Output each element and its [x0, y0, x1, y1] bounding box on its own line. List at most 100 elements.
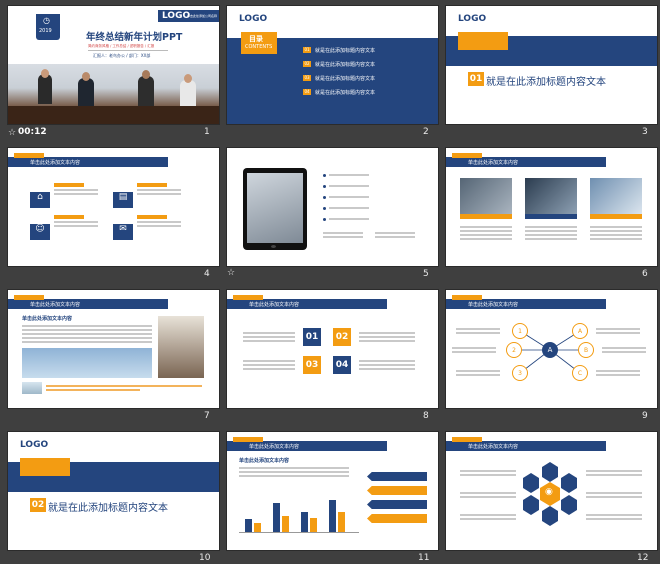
slide-timer: 00:12: [18, 127, 47, 137]
header-tag: [452, 153, 482, 158]
text-lines: [460, 490, 516, 500]
header-text: 单击此处添加文本内容: [249, 302, 300, 308]
slide-title: 年终总结新年计划PPT: [86, 32, 183, 43]
slide-number-5: 5: [423, 269, 429, 279]
slide-number-7: 7: [204, 411, 210, 421]
feature-block: ▤: [113, 184, 133, 208]
slide-number-1: 1: [204, 127, 210, 137]
slide-thumbnail-8[interactable]: 单击此处添加文本内容 01 02 03 04: [227, 290, 438, 408]
slide-thumbnail-11[interactable]: 单击此处添加文本内容 单击此处添加文本内容: [227, 432, 438, 550]
item-label: 就是在此添加标题内容文本: [315, 47, 376, 54]
caption-bar: [525, 214, 577, 219]
item-number: 01: [303, 47, 311, 53]
year-text: 2019: [39, 28, 52, 34]
text-lines: [54, 183, 98, 197]
chart-bar: [301, 512, 308, 532]
feature-block: ⌂: [30, 184, 50, 208]
item-badge: 03: [303, 356, 321, 374]
text-lines: [359, 358, 415, 372]
text-lines: [375, 230, 415, 240]
star-icon: ☆: [227, 268, 236, 278]
caption-bar: [590, 214, 642, 219]
slide-thumbnail-4[interactable]: 单击此处添加文本内容 ⌂ ☺ ▤ ✉: [8, 148, 219, 266]
text-lines: [460, 512, 516, 522]
timer-star-icon: ☆: [8, 128, 17, 138]
text-lines: [456, 326, 500, 336]
wifi-icon: ◉: [545, 487, 553, 497]
node-circle: A: [572, 323, 588, 339]
orange-tab: [458, 32, 508, 50]
text-lines: [586, 490, 642, 500]
chart-bar: [338, 512, 345, 532]
header-text: 单击此处添加文本内容: [249, 444, 300, 450]
text-lines: [243, 358, 295, 372]
slide-thumbnail-9[interactable]: 单击此处添加文本内容 1 2 3 A B C A: [446, 290, 657, 408]
contents-item[interactable]: 01 就是在此添加标题内容文本: [303, 43, 375, 57]
chart-bar: [245, 519, 252, 532]
slide-thumbnail-12[interactable]: 单击此处添加文本内容 ◉: [446, 432, 657, 550]
logo-text: LOGO: [162, 11, 191, 21]
meeting-photo: [8, 64, 219, 124]
text-lines: [596, 368, 640, 378]
eye-photo: [22, 382, 42, 394]
text-lines: [54, 215, 98, 229]
text-lines: [525, 224, 577, 242]
chart-bar: [310, 517, 317, 532]
header-text: 单击此处添加文本内容: [30, 160, 81, 166]
tablet-image: [243, 168, 307, 250]
paper-plane-photo: [22, 348, 152, 378]
text-lines: [586, 512, 642, 522]
text-lines: [452, 345, 496, 355]
section-title: 就是在此添加标题内容文本: [486, 77, 606, 88]
logo-text: LOGO: [239, 14, 268, 24]
slide-number-4: 4: [204, 269, 210, 279]
node-circle: C: [572, 365, 588, 381]
contents-item[interactable]: 04 就是在此添加标题内容文本: [303, 85, 375, 99]
reading-photo: [158, 316, 204, 378]
item-label: 就是在此添加标题内容文本: [315, 61, 376, 68]
slide-thumbnail-10[interactable]: LOGO 02 就是在此添加标题内容文本: [8, 432, 219, 550]
text-lines: [586, 468, 642, 478]
text-lines: [456, 368, 500, 378]
slide-thumbnail-6[interactable]: 单击此处添加文本内容: [446, 148, 657, 266]
slide-thumbnail-5[interactable]: [227, 148, 438, 266]
header-tag: [233, 437, 263, 442]
feature-block: ✉: [113, 216, 133, 240]
text-lines: [46, 383, 202, 393]
contents-en: CONTENTS: [245, 44, 273, 50]
text-lines: [596, 326, 640, 336]
arrow-label: [367, 486, 427, 495]
item-number: 03: [303, 75, 311, 81]
arrow-label: [367, 514, 427, 523]
reporter-text: 汇报人：老鸟办公 / 部门：XX部: [93, 53, 151, 58]
header-text: 单击此处添加文本内容: [468, 160, 519, 166]
header-tag: [14, 153, 44, 158]
header-text: 单击此处添加文本内容: [30, 302, 81, 308]
text-lines: [460, 224, 512, 242]
chart-bar: [282, 515, 289, 532]
slide-number-6: 6: [642, 269, 648, 279]
slide-number-11: 11: [418, 553, 430, 563]
node-circle: 1: [512, 323, 528, 339]
text-lines: [22, 323, 152, 345]
slide-thumbnail-7[interactable]: 单击此处添加文本内容 单击此处添加文本内容: [8, 290, 219, 408]
logo-text: LOGO: [20, 440, 49, 450]
contents-cn: 目录: [249, 35, 263, 43]
contents-item[interactable]: 03 就是在此添加标题内容文本: [303, 71, 375, 85]
building-icon: ⌂: [30, 192, 50, 208]
contents-item[interactable]: 02 就是在此添加标题内容文本: [303, 57, 375, 71]
people-icon: ☺: [30, 224, 50, 240]
section-badge: 02: [30, 498, 46, 512]
chart-bar: [329, 499, 336, 532]
photo-3: [590, 178, 642, 214]
item-label: 就是在此添加标题内容文本: [315, 89, 376, 96]
slide-number-3: 3: [642, 127, 648, 137]
node-circle: 2: [506, 342, 522, 358]
text-lines: [137, 183, 181, 197]
text-lines: [359, 330, 415, 344]
slide-thumbnail-2[interactable]: LOGO 目录 CONTENTS 01 就是在此添加标题内容文本 02 就是在此…: [227, 6, 438, 124]
slide-thumbnail-3[interactable]: LOGO 01 就是在此添加标题内容文本: [446, 6, 657, 124]
item-number: 04: [303, 89, 311, 95]
logo-subtitle: 单击此处添加公司名称: [187, 14, 218, 18]
slide-thumbnail-1[interactable]: LOGO 单击此处添加公司名称 ◷ 2019 年终总结新年计划PPT 简约商务风…: [8, 6, 219, 124]
